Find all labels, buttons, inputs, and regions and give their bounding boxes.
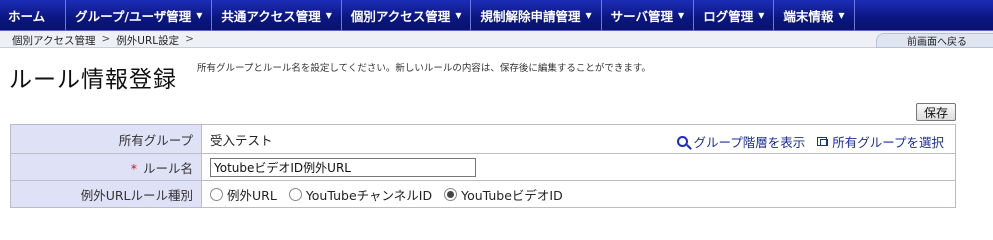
top-nav: ホーム グループ/ユーザ管理 ▼ 共通アクセス管理 ▼ 個別アクセス管理 ▼ 規制解除… xyxy=(0,0,993,31)
nav-item-unblock-request[interactable]: 規制解除申請管理 ▼ xyxy=(471,0,602,31)
chevron-down-icon: ▼ xyxy=(325,10,332,20)
nav-item-log[interactable]: ログ管理 ▼ xyxy=(694,0,775,31)
nav-item-group-user[interactable]: グループ/ユーザ管理 ▼ xyxy=(66,0,213,31)
rule-type-radio-group: 例外URL YouTubeチャンネルID YouTubeビデオID xyxy=(210,185,955,204)
chevron-down-icon: ▼ xyxy=(455,10,462,20)
nav-item-device-info[interactable]: 端末情報 ▼ xyxy=(774,0,855,31)
radio-button-selected[interactable] xyxy=(444,187,458,201)
form-row-rule-type: 例外URLルール種別 例外URL YouTubeチャンネルID YouTubeビ… xyxy=(10,180,956,208)
radio-exception-url[interactable]: 例外URL xyxy=(210,185,277,204)
breadcrumb-separator: > xyxy=(101,33,111,45)
chevron-down-icon: ▼ xyxy=(758,10,765,20)
show-hierarchy-link[interactable]: グループ階層を表示 xyxy=(677,132,805,151)
radio-button[interactable] xyxy=(210,187,223,201)
chevron-down-icon: ▼ xyxy=(585,10,592,20)
nav-item-home[interactable]: ホーム xyxy=(0,0,67,31)
group-links: グループ階層を表示 所有グループを選択 xyxy=(677,132,944,151)
radio-youtube-video-id[interactable]: YouTubeビデオID xyxy=(444,185,563,204)
nav-item-common-access[interactable]: 共通アクセス管理 ▼ xyxy=(212,0,342,31)
chevron-down-icon: ▼ xyxy=(196,10,203,20)
radio-youtube-channel-id[interactable]: YouTubeチャンネルID xyxy=(288,185,432,204)
form-row-group: 所有グループ 受入テスト グループ階層を表示 所有グループを選択 xyxy=(10,124,956,154)
select-group-link[interactable]: 所有グループを選択 xyxy=(817,132,944,151)
rule-form: 所有グループ 受入テスト グループ階層を表示 所有グループを選択 * ルール名 例… xyxy=(10,124,956,208)
chevron-down-icon: ▼ xyxy=(678,10,685,20)
breadcrumb-separator: > xyxy=(185,33,194,45)
radio-button[interactable] xyxy=(288,187,302,201)
breadcrumb-item[interactable]: 例外URL設定 xyxy=(116,33,179,48)
rule-name-label: ルール名 xyxy=(142,160,193,176)
nav-item-server[interactable]: サーバ管理 ▼ xyxy=(602,0,695,31)
rule-name-input[interactable] xyxy=(210,157,476,177)
page-description: 所有グループとルール名を設定してください。新しいルールの内容は、保存後に編集する… xyxy=(197,63,651,74)
rule-type-label: 例外URLルール種別 xyxy=(10,180,202,208)
back-link[interactable]: 前画面へ戻る xyxy=(876,33,993,48)
form-row-rule-name: * ルール名 xyxy=(10,153,956,181)
nav-item-individual-access[interactable]: 個別アクセス管理 ▼ xyxy=(342,0,472,31)
group-cell: 受入テスト グループ階層を表示 所有グループを選択 xyxy=(201,124,956,154)
group-label: 所有グループ xyxy=(10,124,202,154)
breadcrumb-item[interactable]: 個別アクセス管理 xyxy=(12,33,95,48)
rule-type-cell: 例外URL YouTubeチャンネルID YouTubeビデオID xyxy=(201,180,956,208)
rule-name-cell xyxy=(201,153,956,181)
page-title: ルール情報登録 xyxy=(9,67,177,93)
save-button[interactable]: 保存 xyxy=(916,103,956,121)
group-value: 受入テスト xyxy=(210,132,273,148)
chevron-down-icon: ▼ xyxy=(838,10,845,20)
window-select-icon xyxy=(817,137,829,146)
required-mark: * xyxy=(130,160,137,176)
rule-name-label-cell: * ルール名 xyxy=(10,153,202,181)
search-icon xyxy=(677,136,689,147)
breadcrumb-bar: 個別アクセス管理 > 例外URL設定 > xyxy=(0,31,993,48)
breadcrumb: 個別アクセス管理 > 例外URL設定 > xyxy=(12,33,194,48)
